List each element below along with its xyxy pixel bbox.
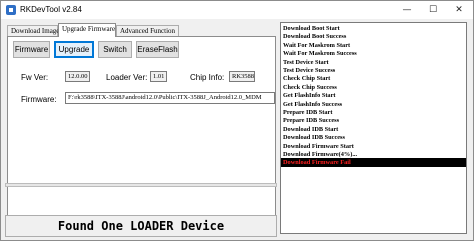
app-icon: [6, 5, 16, 15]
upgrade-button[interactable]: Upgrade: [54, 41, 94, 58]
rkdevtool-window: RKDevTool v2.84 — ☐ ✕ Download Image Upg…: [0, 0, 474, 241]
eraseflash-button[interactable]: EraseFlash: [136, 41, 179, 58]
switch-button[interactable]: Switch: [98, 41, 132, 58]
loader-ver-field: 1.01: [150, 71, 167, 82]
firmware-path-field[interactable]: F:\rk3588\ITX-3588J\android12.0\Public\I…: [65, 92, 275, 104]
upgrade-firmware-panel: Firmware Upgrade Switch EraseFlash Fw Ve…: [7, 36, 276, 216]
maximize-icon[interactable]: ☐: [422, 1, 444, 19]
firmware-path-label: Firmware:: [21, 95, 57, 104]
progress-bar: [5, 183, 277, 187]
fw-ver-field: 12.0.00: [65, 71, 90, 82]
chip-info-field: RK3588: [229, 71, 255, 82]
log-line-error: Download Firmware Fail: [281, 158, 466, 168]
loader-ver-label: Loader Ver:: [106, 73, 148, 82]
window-title: RKDevTool v2.84: [20, 5, 82, 14]
chip-info-label: Chip Info:: [190, 73, 225, 82]
log-panel[interactable]: Download Boot Start Download Boot Success…: [280, 22, 467, 234]
status-text: Found One LOADER Device: [5, 215, 277, 237]
tab-upgrade-firmware[interactable]: Upgrade Firmware: [58, 23, 116, 37]
fw-ver-label: Fw Ver:: [21, 73, 49, 82]
title-bar[interactable]: RKDevTool v2.84 — ☐ ✕: [1, 1, 473, 19]
minimize-icon[interactable]: —: [396, 1, 418, 19]
firmware-button[interactable]: Firmware: [13, 41, 50, 58]
close-icon[interactable]: ✕: [448, 1, 470, 19]
